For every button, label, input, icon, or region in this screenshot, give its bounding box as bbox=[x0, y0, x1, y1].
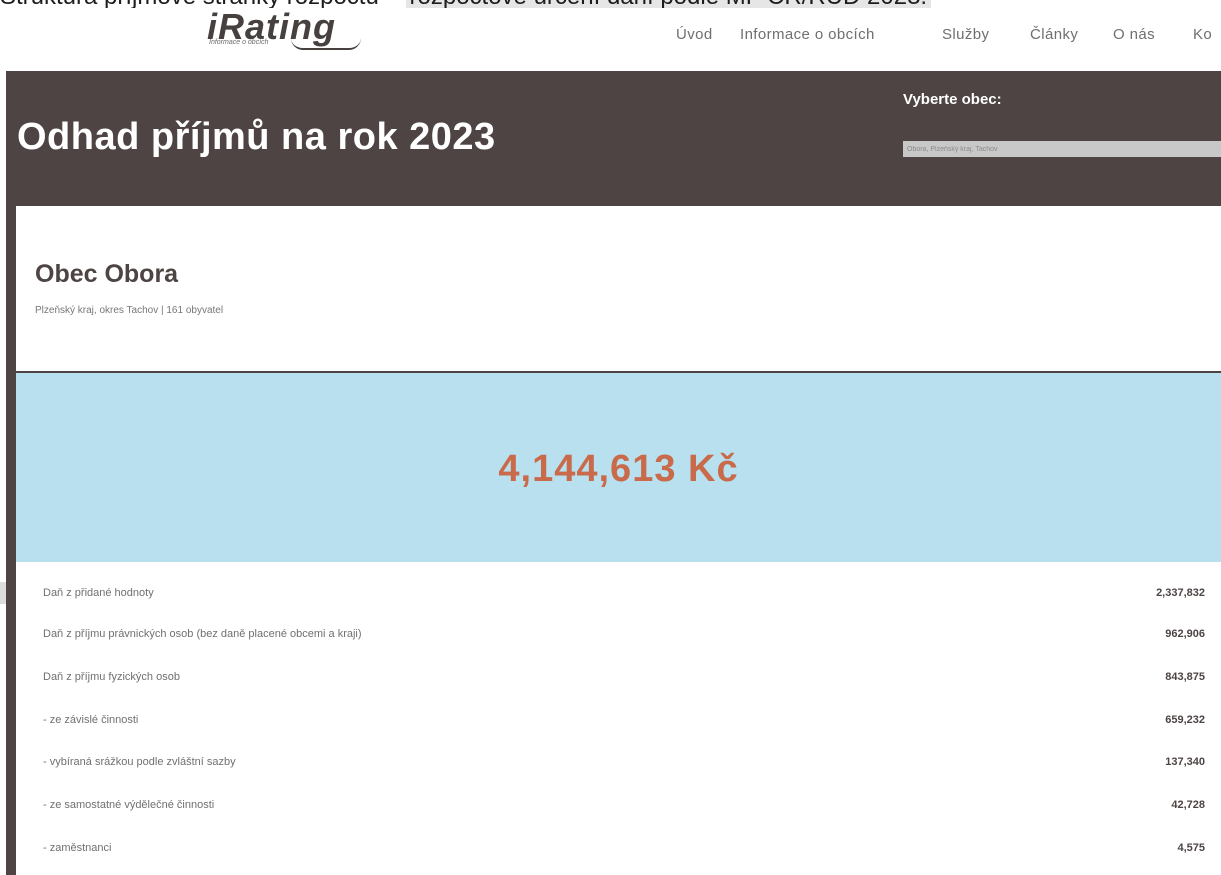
page-caption: Struktura příjmové stránky rozpočtu – ro… bbox=[0, 0, 1221, 8]
municipality-search-input[interactable] bbox=[903, 141, 1221, 157]
nav-item-informace[interactable]: Informace o obcích bbox=[740, 26, 875, 43]
nav-item-o-nas[interactable]: O nás bbox=[1113, 26, 1155, 43]
page-title: Odhad příjmů na rok 2023 bbox=[17, 116, 496, 158]
row-value: 137,340 bbox=[1165, 756, 1205, 768]
row-value: 4,575 bbox=[1177, 842, 1205, 854]
list-item: - vybíraná srážkou podle zvláštní sazby … bbox=[16, 756, 1221, 776]
row-label: - ze závislé činnosti bbox=[43, 714, 139, 726]
caption-highlight: rozpočtové určení daní podle MF ČR/RUD 2… bbox=[405, 0, 932, 8]
nav-item-uvod[interactable]: Úvod bbox=[676, 26, 713, 43]
caption-text: Struktura příjmové stránky rozpočtu – bbox=[0, 0, 406, 8]
row-label: - zaměstnanci bbox=[43, 842, 112, 854]
list-item: - ze závislé činnosti 659,232 bbox=[16, 714, 1221, 734]
list-item: Daň z přidané hodnoty 2,337,832 bbox=[16, 587, 1221, 607]
row-label: - vybíraná srážkou podle zvláštní sazby bbox=[43, 756, 236, 768]
row-label: Daň z příjmu fyzických osob bbox=[43, 671, 180, 683]
row-value: 2,337,832 bbox=[1156, 587, 1205, 599]
logo-swoosh-icon bbox=[291, 38, 361, 50]
row-value: 659,232 bbox=[1165, 714, 1205, 726]
list-item: - zaměstnanci 4,575 bbox=[16, 842, 1221, 862]
total-income-amount: 4,144,613 Kč bbox=[498, 448, 739, 490]
row-label: Daň z přidané hodnoty bbox=[43, 587, 154, 599]
nav-item-sluzby[interactable]: Služby bbox=[942, 26, 989, 43]
page-header: Odhad příjmů na rok 2023 Vyberte obec: bbox=[6, 71, 1221, 206]
list-item: Daň z příjmu fyzických osob 843,875 bbox=[16, 671, 1221, 691]
nav-item-kontakt[interactable]: Ko bbox=[1193, 26, 1212, 43]
row-value: 42,728 bbox=[1171, 799, 1205, 811]
list-item: - ze samostatné výdělečné činnosti 42,72… bbox=[16, 799, 1221, 819]
row-label: - ze samostatné výdělečné činnosti bbox=[43, 799, 215, 811]
row-value: 962,906 bbox=[1165, 628, 1205, 640]
row-label: Daň z příjmu právnických osob (bez daně … bbox=[43, 628, 362, 640]
list-item: Daň z příjmu právnických osob (bez daně … bbox=[16, 628, 1221, 648]
municipality-subtitle: Plzeňský kraj, okres Tachov | 161 obyvat… bbox=[35, 305, 224, 316]
income-breakdown-list: Daň z přidané hodnoty 2,337,832 Daň z př… bbox=[16, 562, 1221, 875]
left-frame-border bbox=[6, 206, 16, 875]
municipality-card: Obec Obora Plzeňský kraj, okres Tachov |… bbox=[16, 206, 1221, 373]
logo-tagline: Informace o obcích bbox=[209, 39, 269, 46]
side-scroll-marker bbox=[0, 582, 6, 604]
municipality-select-label: Vyberte obec: bbox=[903, 91, 1002, 108]
total-income-box: 4,144,613 Kč bbox=[16, 373, 1221, 562]
municipality-name: Obec Obora bbox=[35, 260, 179, 288]
nav-item-clanky[interactable]: Články bbox=[1030, 26, 1078, 43]
top-navigation-bar: iRating Informace o obcích Úvod Informac… bbox=[0, 8, 1221, 70]
irating-logo[interactable]: iRating Informace o obcích bbox=[207, 9, 361, 52]
row-value: 843,875 bbox=[1165, 671, 1205, 683]
